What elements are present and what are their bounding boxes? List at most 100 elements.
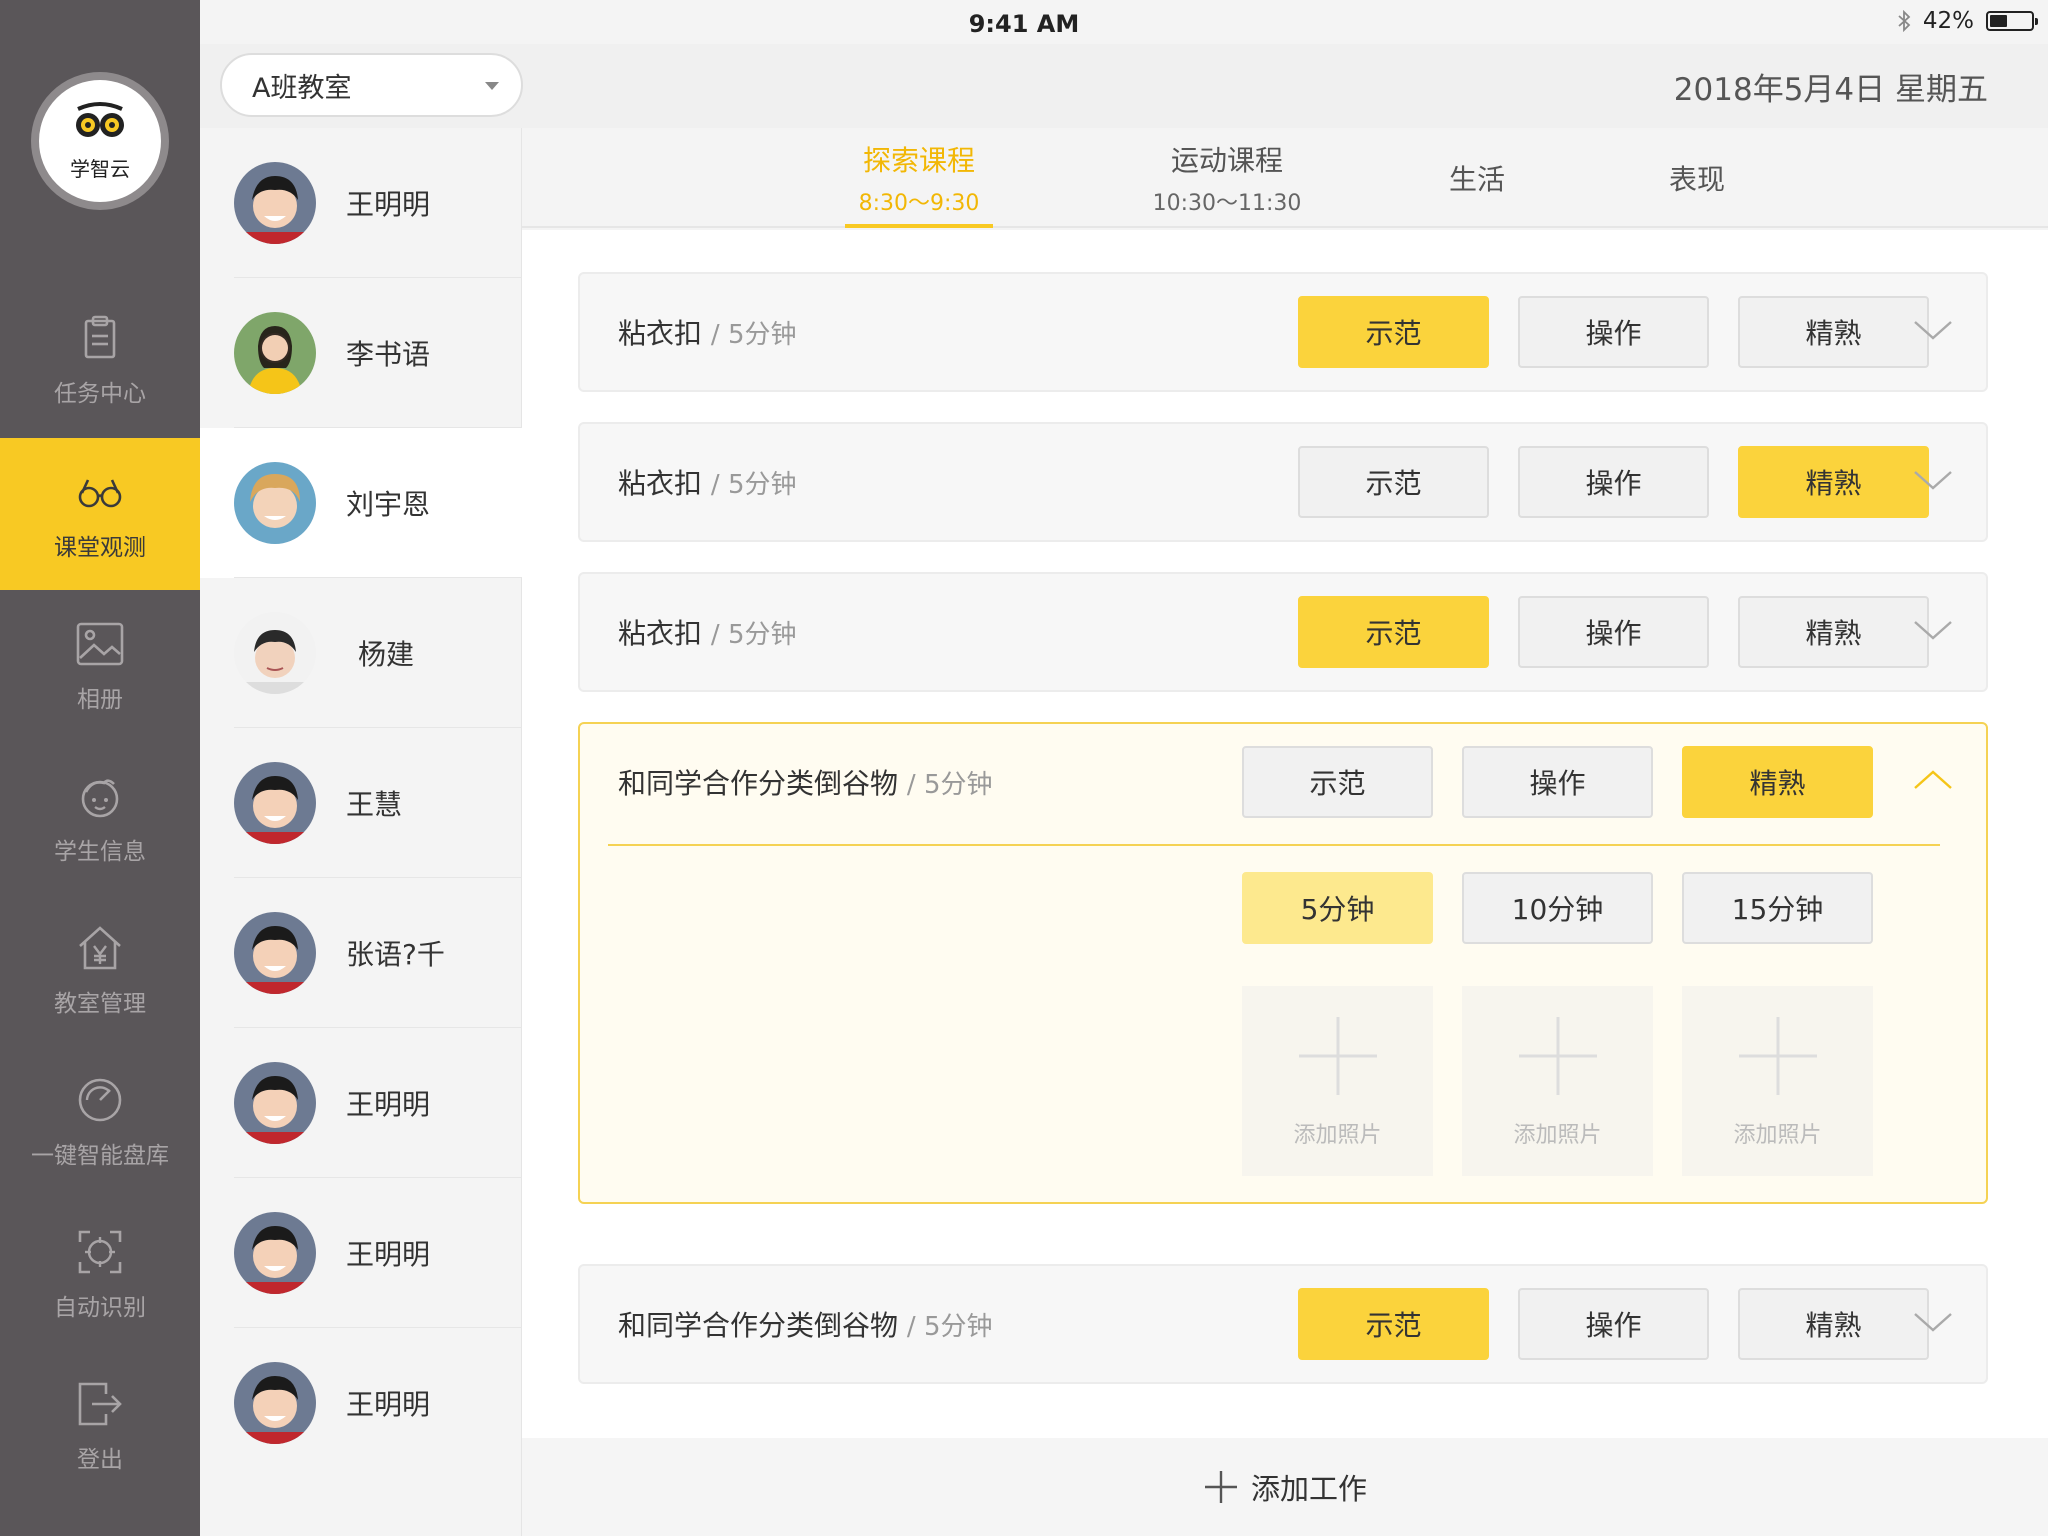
student-name: 王慧 bbox=[346, 788, 403, 821]
nav-item-album[interactable]: 相册 bbox=[0, 590, 200, 742]
app-logo: 学智云 bbox=[31, 72, 169, 210]
activity-title: 和同学合作分类倒谷物 / 5分钟 bbox=[618, 762, 993, 802]
level-operate-button[interactable]: 操作 bbox=[1518, 596, 1709, 668]
level-master-button[interactable]: 精熟 bbox=[1738, 446, 1929, 518]
level-operate-button[interactable]: 操作 bbox=[1462, 746, 1653, 818]
student-name: 刘宇恩 bbox=[346, 488, 431, 521]
level-demo-button[interactable]: 示范 bbox=[1298, 446, 1489, 518]
level-master-button[interactable]: 精熟 bbox=[1682, 746, 1873, 818]
child-face-icon bbox=[81, 779, 119, 818]
activity-card[interactable]: 粘衣扣 / 5分钟 示范 操作 精熟 bbox=[578, 272, 1988, 392]
duration-5-button[interactable]: 5分钟 bbox=[1242, 872, 1433, 944]
level-demo-button[interactable]: 示范 bbox=[1298, 296, 1489, 368]
avatar bbox=[234, 162, 316, 244]
plus-icon bbox=[1738, 1017, 1817, 1095]
classroom-select-value: A班教室 bbox=[252, 72, 352, 104]
student-item[interactable]: 张语?千 bbox=[200, 878, 522, 1028]
student-name: 王明明 bbox=[346, 1238, 431, 1271]
level-operate-button[interactable]: 操作 bbox=[1518, 1288, 1709, 1360]
activity-panel: 粘衣扣 / 5分钟 示范 操作 精熟 粘衣扣 / 5分钟 示范 操作 精熟 粘衣… bbox=[522, 230, 2048, 1536]
activity-name: 粘衣扣 bbox=[618, 467, 703, 500]
plus-icon bbox=[1204, 1471, 1237, 1503]
level-operate-button[interactable]: 操作 bbox=[1518, 296, 1709, 368]
student-name: 王明明 bbox=[346, 1388, 431, 1421]
caret-down-icon bbox=[485, 82, 499, 90]
add-photo-label: 添加照片 bbox=[1293, 1123, 1382, 1148]
activity-card[interactable]: 粘衣扣 / 5分钟 示范 操作 精熟 bbox=[578, 572, 1988, 692]
level-master-button[interactable]: 精熟 bbox=[1738, 596, 1929, 668]
student-item[interactable]: 王明明 bbox=[200, 128, 522, 278]
course-tabs: 探索课程 8:30～9:30 运动课程 10:30～11:30 生活 表现 bbox=[522, 128, 2048, 228]
logout-icon bbox=[78, 1382, 122, 1426]
activity-name: 和同学合作分类倒谷物 bbox=[618, 767, 899, 800]
classroom-select[interactable]: A班教室 bbox=[220, 53, 523, 117]
chevron-down-icon[interactable] bbox=[1912, 614, 1954, 646]
nav-item-auto-recognition[interactable]: 自动识别 bbox=[0, 1198, 200, 1350]
nav-label: 学生信息 bbox=[54, 839, 146, 865]
activity-name: 粘衣扣 bbox=[618, 617, 703, 650]
nav-item-smart-inventory[interactable]: 一键智能盘库 bbox=[0, 1046, 200, 1198]
chevron-down-icon[interactable] bbox=[1912, 1306, 1954, 1338]
level-operate-button[interactable]: 操作 bbox=[1518, 446, 1709, 518]
tab-explore-course[interactable]: 探索课程 8:30～9:30 bbox=[845, 128, 993, 228]
nav-item-student-info[interactable]: 学生信息 bbox=[0, 742, 200, 894]
activity-duration: / 5分钟 bbox=[710, 470, 797, 500]
tab-life[interactable]: 生活 bbox=[1422, 128, 1532, 228]
student-name: 李书语 bbox=[346, 338, 431, 371]
activity-title: 粘衣扣 / 5分钟 bbox=[618, 312, 797, 352]
tab-sports-course[interactable]: 运动课程 10:30～11:30 bbox=[1132, 128, 1322, 228]
avatar bbox=[234, 1212, 316, 1294]
activity-card[interactable]: 和同学合作分类倒谷物 / 5分钟 示范 操作 精熟 bbox=[578, 1264, 1988, 1384]
photo-icon bbox=[76, 622, 124, 666]
activity-title: 粘衣扣 / 5分钟 bbox=[618, 612, 797, 652]
activity-card[interactable]: 粘衣扣 / 5分钟 示范 操作 精熟 bbox=[578, 422, 1988, 542]
clipboard-icon bbox=[84, 315, 116, 359]
gauge-icon bbox=[78, 1078, 122, 1122]
student-item-selected[interactable]: 刘宇恩 bbox=[200, 428, 522, 578]
add-photo-button[interactable]: 添加照片 bbox=[1682, 986, 1873, 1176]
student-name: 张语?千 bbox=[346, 938, 445, 971]
add-photo-button[interactable]: 添加照片 bbox=[1462, 986, 1653, 1176]
glasses-icon bbox=[78, 479, 122, 508]
student-name: 王明明 bbox=[346, 1088, 431, 1121]
level-master-button[interactable]: 精熟 bbox=[1738, 1288, 1929, 1360]
avatar bbox=[234, 312, 316, 394]
level-master-button[interactable]: 精熟 bbox=[1738, 296, 1929, 368]
tab-performance[interactable]: 表现 bbox=[1642, 128, 1752, 228]
activity-duration: / 5分钟 bbox=[710, 620, 797, 650]
activity-name: 粘衣扣 bbox=[618, 317, 703, 350]
add-photo-button[interactable]: 添加照片 bbox=[1242, 986, 1433, 1176]
activity-title: 和同学合作分类倒谷物 / 5分钟 bbox=[618, 1304, 993, 1344]
student-item[interactable]: 王明明 bbox=[200, 1328, 522, 1478]
nav-label: 任务中心 bbox=[54, 381, 146, 407]
house-yen-icon bbox=[79, 926, 121, 970]
nav-item-logout[interactable]: 登出 bbox=[0, 1350, 200, 1502]
add-photo-label: 添加照片 bbox=[1733, 1123, 1822, 1148]
student-item[interactable]: 王慧 bbox=[200, 728, 522, 878]
battery-icon bbox=[1986, 11, 2038, 31]
duration-10-button[interactable]: 10分钟 bbox=[1462, 872, 1653, 944]
avatar bbox=[234, 762, 316, 844]
nav-item-classroom-management[interactable]: 教室管理 bbox=[0, 894, 200, 1046]
tab-time: 8:30～9:30 bbox=[858, 191, 980, 216]
student-item[interactable]: 王明明 bbox=[200, 1028, 522, 1178]
duration-15-button[interactable]: 15分钟 bbox=[1682, 872, 1873, 944]
add-work-label: 添加工作 bbox=[1250, 1472, 1367, 1506]
nav-item-classroom-observation[interactable]: 课堂观测 bbox=[0, 438, 200, 590]
nav-item-task-center[interactable]: 任务中心 bbox=[0, 284, 200, 436]
nav-label: 教室管理 bbox=[54, 991, 146, 1017]
add-work-button[interactable]: 添加工作 bbox=[522, 1438, 2048, 1536]
chevron-up-icon[interactable] bbox=[1912, 764, 1954, 796]
chevron-down-icon[interactable] bbox=[1912, 314, 1954, 346]
level-demo-button[interactable]: 示范 bbox=[1298, 1288, 1489, 1360]
student-item[interactable]: 李书语 bbox=[200, 278, 522, 428]
chevron-down-icon[interactable] bbox=[1912, 464, 1954, 496]
activity-card-expanded[interactable]: 和同学合作分类倒谷物 / 5分钟 示范 操作 精熟 5分钟 10分钟 15分钟 … bbox=[578, 722, 1988, 1204]
student-item[interactable]: 王明明 bbox=[200, 1178, 522, 1328]
plus-icon bbox=[1298, 1017, 1377, 1095]
tab-label: 运动课程 bbox=[1170, 144, 1283, 177]
level-demo-button[interactable]: 示范 bbox=[1242, 746, 1433, 818]
student-item[interactable]: 杨建 bbox=[200, 578, 522, 728]
sidebar-nav: 学智云 任务中心 课堂观测 相册 学生信息 教室管理 一键智能盘库 自动识别 登… bbox=[0, 0, 200, 1536]
level-demo-button[interactable]: 示范 bbox=[1298, 596, 1489, 668]
